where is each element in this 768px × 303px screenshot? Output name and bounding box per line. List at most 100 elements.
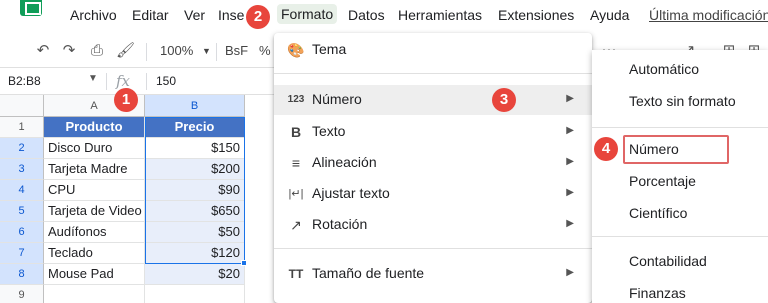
print-icon[interactable]: ⎙ xyxy=(88,43,106,59)
number-format-icon: 123 xyxy=(287,94,305,105)
header-cell-producto[interactable]: Producto xyxy=(44,117,145,138)
submenu-item-contabilidad[interactable]: Contabilidad xyxy=(592,246,768,276)
table-cell[interactable]: Mouse Pad xyxy=(44,264,145,285)
row-header[interactable]: 6 xyxy=(0,222,44,243)
submenu-item-label: Contabilidad xyxy=(629,253,707,269)
menu-item-label: Rotación xyxy=(312,216,368,232)
format-menu: 🎨 Tema 123 Número ▶ B Texto ▶ ≡ Alineaci… xyxy=(274,33,592,303)
row-header[interactable]: 2 xyxy=(0,138,44,159)
fill-handle[interactable] xyxy=(241,260,247,266)
formula-input[interactable]: 150 xyxy=(156,74,176,88)
row-header[interactable]: 5 xyxy=(0,201,44,222)
menu-item-label: Tema xyxy=(312,41,347,57)
table-cell[interactable]: Audífonos xyxy=(44,222,145,243)
menu-herramientas[interactable]: Herramientas xyxy=(398,7,482,23)
table-cell[interactable]: $200 xyxy=(145,159,245,180)
submenu-arrow-icon: ▶ xyxy=(566,187,574,198)
select-all-corner[interactable] xyxy=(0,95,44,117)
step-badge: 3 xyxy=(492,88,516,112)
format-menu-item-tamano-fuente[interactable]: TT Tamaño de fuente ▶ xyxy=(274,259,592,289)
submenu-item-texto-sin-formato[interactable]: Texto sin formato xyxy=(592,86,768,116)
table-cell[interactable]: $120 xyxy=(145,243,245,264)
formula-divider xyxy=(106,73,107,90)
submenu-item-porcentaje[interactable]: Porcentaje xyxy=(592,166,768,196)
menu-divider xyxy=(592,127,768,128)
menu-ver[interactable]: Ver xyxy=(184,7,205,23)
table-cell[interactable]: $20 xyxy=(145,264,245,285)
row-header[interactable]: 1 xyxy=(0,117,44,138)
format-menu-item-texto[interactable]: B Texto ▶ xyxy=(274,117,592,147)
row-header[interactable]: 8 xyxy=(0,264,44,285)
menu-item-label: Ajustar texto xyxy=(312,185,390,201)
highlight-box xyxy=(623,135,729,164)
menu-bar: Archivo Editar Ver Inse Formato Datos He… xyxy=(0,0,768,34)
format-menu-item-alineacion[interactable]: ≡ Alineación ▶ xyxy=(274,148,592,178)
formula-divider xyxy=(146,73,147,90)
currency-format-button[interactable]: BsF xyxy=(225,43,248,58)
menu-item-label: Alineación xyxy=(312,154,377,170)
table-cell[interactable]: $90 xyxy=(145,180,245,201)
active-cell[interactable]: $150 xyxy=(145,138,245,159)
menu-divider xyxy=(274,248,592,249)
sheets-logo-icon[interactable] xyxy=(20,0,42,16)
column-header-b[interactable]: B xyxy=(145,95,245,117)
submenu-item-label: Texto sin formato xyxy=(629,93,736,109)
submenu-arrow-icon: ▶ xyxy=(566,267,574,278)
submenu-arrow-icon: ▶ xyxy=(566,125,574,136)
menu-formato[interactable]: Formato xyxy=(277,4,338,24)
wrap-text-icon: |↵| xyxy=(288,188,304,200)
step-badge: 2 xyxy=(246,5,270,29)
table-cell[interactable]: Tarjeta Madre xyxy=(44,159,145,180)
submenu-item-label: Porcentaje xyxy=(629,173,696,189)
menu-ayuda[interactable]: Ayuda xyxy=(590,7,629,23)
table-cell[interactable]: $650 xyxy=(145,201,245,222)
menu-datos[interactable]: Datos xyxy=(348,7,385,23)
submenu-item-automatico[interactable]: Automático xyxy=(592,54,768,84)
table-cell[interactable]: Disco Duro xyxy=(44,138,145,159)
empty-cell[interactable] xyxy=(145,285,245,303)
name-box[interactable]: B2:B8 xyxy=(8,74,41,88)
text-rotation-icon: ↗ xyxy=(290,217,302,233)
menu-extensiones[interactable]: Extensiones xyxy=(498,7,574,23)
table-cell[interactable]: Tarjeta de Video xyxy=(44,201,145,222)
empty-cell[interactable] xyxy=(44,285,145,303)
zoom-select[interactable]: 100% xyxy=(160,43,193,58)
submenu-item-label: Automático xyxy=(629,61,700,77)
table-cell[interactable]: Teclado xyxy=(44,243,145,264)
font-size-icon: TT xyxy=(288,267,304,281)
zoom-chevron-down-icon[interactable]: ▼ xyxy=(202,46,211,56)
format-menu-item-ajustar-texto[interactable]: |↵| Ajustar texto ▶ xyxy=(274,179,592,209)
align-left-icon: ≡ xyxy=(291,155,301,171)
submenu-arrow-icon: ▶ xyxy=(566,93,574,104)
row-header[interactable]: 3 xyxy=(0,159,44,180)
header-cell-precio[interactable]: Precio xyxy=(145,117,245,138)
step-badge: 1 xyxy=(114,88,138,112)
redo-icon[interactable]: ↷ xyxy=(60,43,78,59)
format-menu-item-rotacion[interactable]: ↗ Rotación ▶ xyxy=(274,210,592,240)
row-header[interactable]: 9 xyxy=(0,285,44,303)
submenu-item-finanzas[interactable]: Finanzas xyxy=(592,278,768,303)
format-menu-item-numero[interactable]: 123 Número ▶ xyxy=(274,85,592,115)
number-format-submenu: Automático Texto sin formato Número Porc… xyxy=(592,50,768,303)
submenu-arrow-icon: ▶ xyxy=(566,218,574,229)
last-modified-link[interactable]: Última modificación xyxy=(649,7,768,23)
menu-item-label: Número xyxy=(312,91,362,107)
percent-format-button[interactable]: % xyxy=(259,43,271,58)
undo-icon[interactable]: ↶ xyxy=(34,43,52,59)
bold-icon: B xyxy=(290,124,302,140)
row-header[interactable]: 7 xyxy=(0,243,44,264)
menu-insertar[interactable]: Inse xyxy=(218,7,244,23)
menu-archivo[interactable]: Archivo xyxy=(70,7,117,23)
step-badge: 4 xyxy=(594,137,618,161)
format-menu-item-tema[interactable]: 🎨 Tema xyxy=(274,35,592,65)
table-cell[interactable]: $50 xyxy=(145,222,245,243)
toolbar-divider xyxy=(216,43,217,61)
submenu-item-cientifico[interactable]: Científico xyxy=(592,198,768,228)
menu-editar[interactable]: Editar xyxy=(132,7,169,23)
menu-item-label: Texto xyxy=(312,123,346,139)
submenu-arrow-icon: ▶ xyxy=(566,156,574,167)
name-box-chevron-down-icon[interactable]: ▼ xyxy=(88,73,98,84)
row-header[interactable]: 4 xyxy=(0,180,44,201)
table-cell[interactable]: CPU xyxy=(44,180,145,201)
paint-format-icon[interactable]: 🖌 xyxy=(116,43,135,59)
